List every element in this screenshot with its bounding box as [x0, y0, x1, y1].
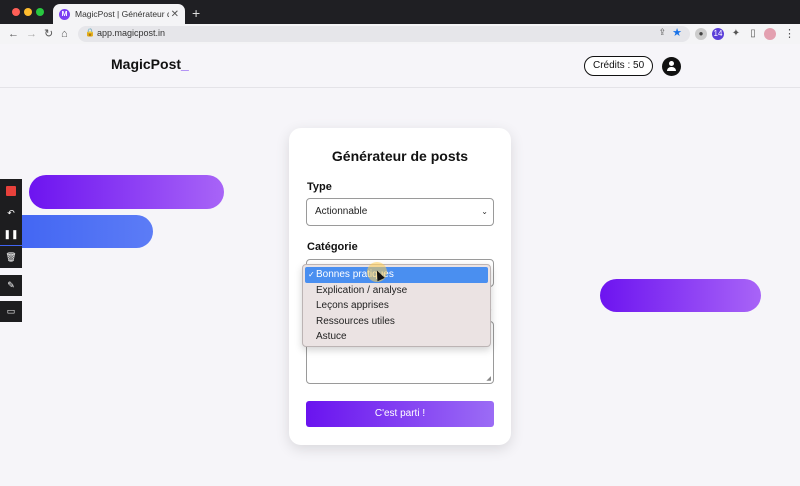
decorative-pill: [29, 175, 224, 209]
maximize-window-button[interactable]: [36, 8, 44, 16]
option-label: Leçons apprises: [316, 300, 389, 311]
submit-button[interactable]: C'est parti !: [306, 401, 494, 427]
decorative-pill: [0, 215, 153, 248]
category-label: Catégorie: [307, 241, 358, 253]
credits-badge[interactable]: Crédits : 50: [584, 56, 654, 76]
dropdown-option[interactable]: ✓ Bonnes pratiques: [305, 267, 488, 283]
type-label: Type: [307, 181, 332, 193]
forward-arrow-icon[interactable]: →: [26, 27, 37, 41]
profile-avatar[interactable]: [764, 28, 776, 40]
pause-icon[interactable]: ❚❚: [0, 224, 22, 245]
extension-badge-icon[interactable]: 14: [712, 28, 724, 40]
stop-recording-button[interactable]: [0, 179, 22, 203]
dropdown-option[interactable]: Explication / analyse: [303, 283, 490, 299]
tab-title: MagicPost | Générateur de posts: [75, 9, 169, 19]
checkmark-icon: ✓: [308, 270, 315, 279]
browser-titlebar: M MagicPost | Générateur de posts ✕ +: [0, 0, 800, 24]
logo-suffix: _: [181, 56, 189, 72]
category-dropdown-list: ✓ Bonnes pratiques Explication / analyse…: [302, 264, 491, 347]
dropdown-option[interactable]: Ressources utiles: [303, 314, 490, 330]
dropdown-option[interactable]: Leçons apprises: [303, 298, 490, 314]
close-icon[interactable]: ✕: [171, 9, 179, 20]
home-icon[interactable]: ⌂: [61, 27, 68, 41]
camera-icon[interactable]: ▭: [0, 301, 22, 322]
logo-text: MagicPost: [111, 56, 182, 72]
option-label: Astuce: [316, 331, 347, 342]
undo-icon[interactable]: ↶: [0, 203, 22, 224]
chevron-down-icon: ⌄: [481, 207, 488, 216]
url-text: app.magicpost.in: [97, 28, 166, 38]
puzzle-icon[interactable]: ✦: [730, 28, 742, 40]
app-header: MagicPost_ Crédits : 50: [0, 44, 800, 88]
app-logo[interactable]: MagicPost_: [111, 56, 189, 72]
user-account-icon[interactable]: [662, 57, 681, 76]
magicpost-favicon-icon: M: [59, 8, 70, 20]
type-select-value: Actionnable: [315, 206, 368, 217]
share-icon[interactable]: ⇪: [658, 27, 666, 38]
trash-icon[interactable]: 🗑: [0, 246, 22, 268]
lock-icon: 🔒: [85, 28, 95, 37]
browser-toolbar: ← → ↻ ⌂ 🔒 app.magicpost.in ⇪ ★ ● 14 ✦ ▯ …: [0, 24, 800, 44]
option-label: Explication / analyse: [316, 284, 408, 296]
browser-tab[interactable]: M MagicPost | Générateur de posts ✕: [53, 4, 185, 24]
resize-grip-icon[interactable]: ◢: [486, 375, 491, 382]
back-arrow-icon[interactable]: ←: [8, 27, 19, 41]
dropdown-option[interactable]: Astuce: [303, 329, 490, 345]
decorative-pill: [600, 279, 761, 312]
close-window-button[interactable]: [12, 8, 20, 16]
bookmark-star-icon[interactable]: ★: [672, 26, 682, 39]
stop-icon: [6, 186, 16, 196]
type-select[interactable]: Actionnable ⌄: [306, 198, 494, 226]
sidebar-icon[interactable]: ▯: [747, 28, 759, 40]
new-tab-button[interactable]: +: [192, 6, 200, 20]
minimize-window-button[interactable]: [24, 8, 32, 16]
pen-icon[interactable]: ✎: [0, 275, 22, 296]
address-bar[interactable]: 🔒 app.magicpost.in ⇪ ★: [78, 26, 690, 42]
option-label: Ressources utiles: [316, 315, 395, 327]
reload-icon[interactable]: ↻: [44, 27, 53, 41]
extension-icon[interactable]: ●: [695, 28, 707, 40]
page-title: Générateur de posts: [331, 148, 469, 164]
menu-dots-icon[interactable]: ⋮: [784, 27, 795, 40]
